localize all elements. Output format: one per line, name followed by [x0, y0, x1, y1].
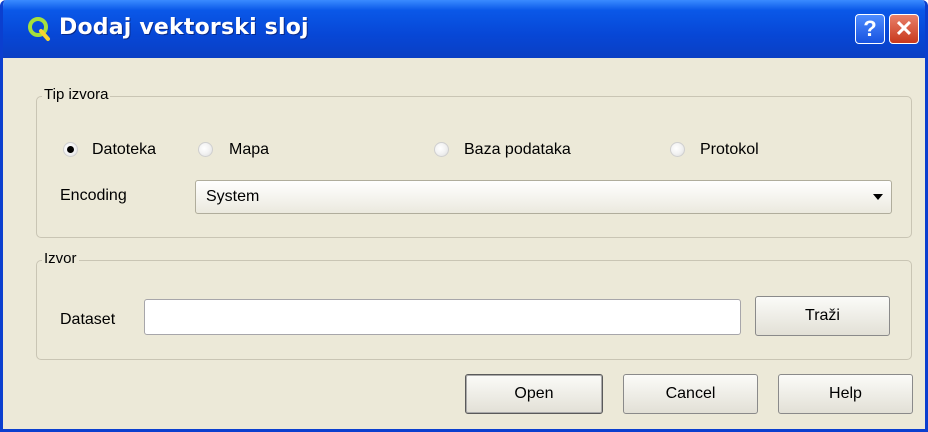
- radio-baza-podataka[interactable]: [434, 142, 449, 157]
- cancel-button[interactable]: Cancel: [623, 374, 758, 414]
- source-type-group: Tip izvora: [36, 86, 912, 238]
- window-title: Dodaj vektorski sloj: [59, 15, 309, 40]
- radio-datoteka[interactable]: [63, 142, 78, 157]
- dialog-body: Tip izvora Datoteka Mapa Baza podataka P…: [3, 58, 925, 429]
- dataset-label: Dataset: [60, 311, 116, 328]
- chevron-down-icon[interactable]: [873, 194, 883, 200]
- help-button[interactable]: Help: [778, 374, 913, 414]
- open-button[interactable]: Open: [465, 374, 603, 414]
- title-bar[interactable]: Dodaj vektorski sloj ? ✕: [3, 0, 925, 58]
- radio-label-baza-podataka[interactable]: Baza podataka: [464, 141, 571, 159]
- dialog-window: Dodaj vektorski sloj ? ✕ Tip izvora Dato…: [0, 0, 928, 432]
- encoding-label: Encoding: [60, 187, 127, 204]
- radio-label-mapa[interactable]: Mapa: [229, 141, 269, 159]
- radio-mapa[interactable]: [198, 142, 213, 157]
- dataset-field[interactable]: [144, 299, 741, 335]
- radio-selected-dot: [67, 146, 74, 153]
- radio-protokol[interactable]: [670, 142, 685, 157]
- radio-label-protokol[interactable]: Protokol: [700, 141, 759, 159]
- close-button[interactable]: ✕: [889, 14, 919, 44]
- source-group-title: Izvor: [42, 250, 79, 267]
- source-type-group-title: Tip izvora: [42, 86, 111, 103]
- browse-button[interactable]: Traži: [755, 296, 890, 336]
- encoding-select[interactable]: System: [195, 180, 892, 214]
- radio-label-datoteka[interactable]: Datoteka: [92, 141, 156, 159]
- help-title-button[interactable]: ?: [855, 14, 885, 44]
- qgis-logo-icon: [28, 17, 50, 41]
- encoding-select-value: System: [206, 188, 260, 205]
